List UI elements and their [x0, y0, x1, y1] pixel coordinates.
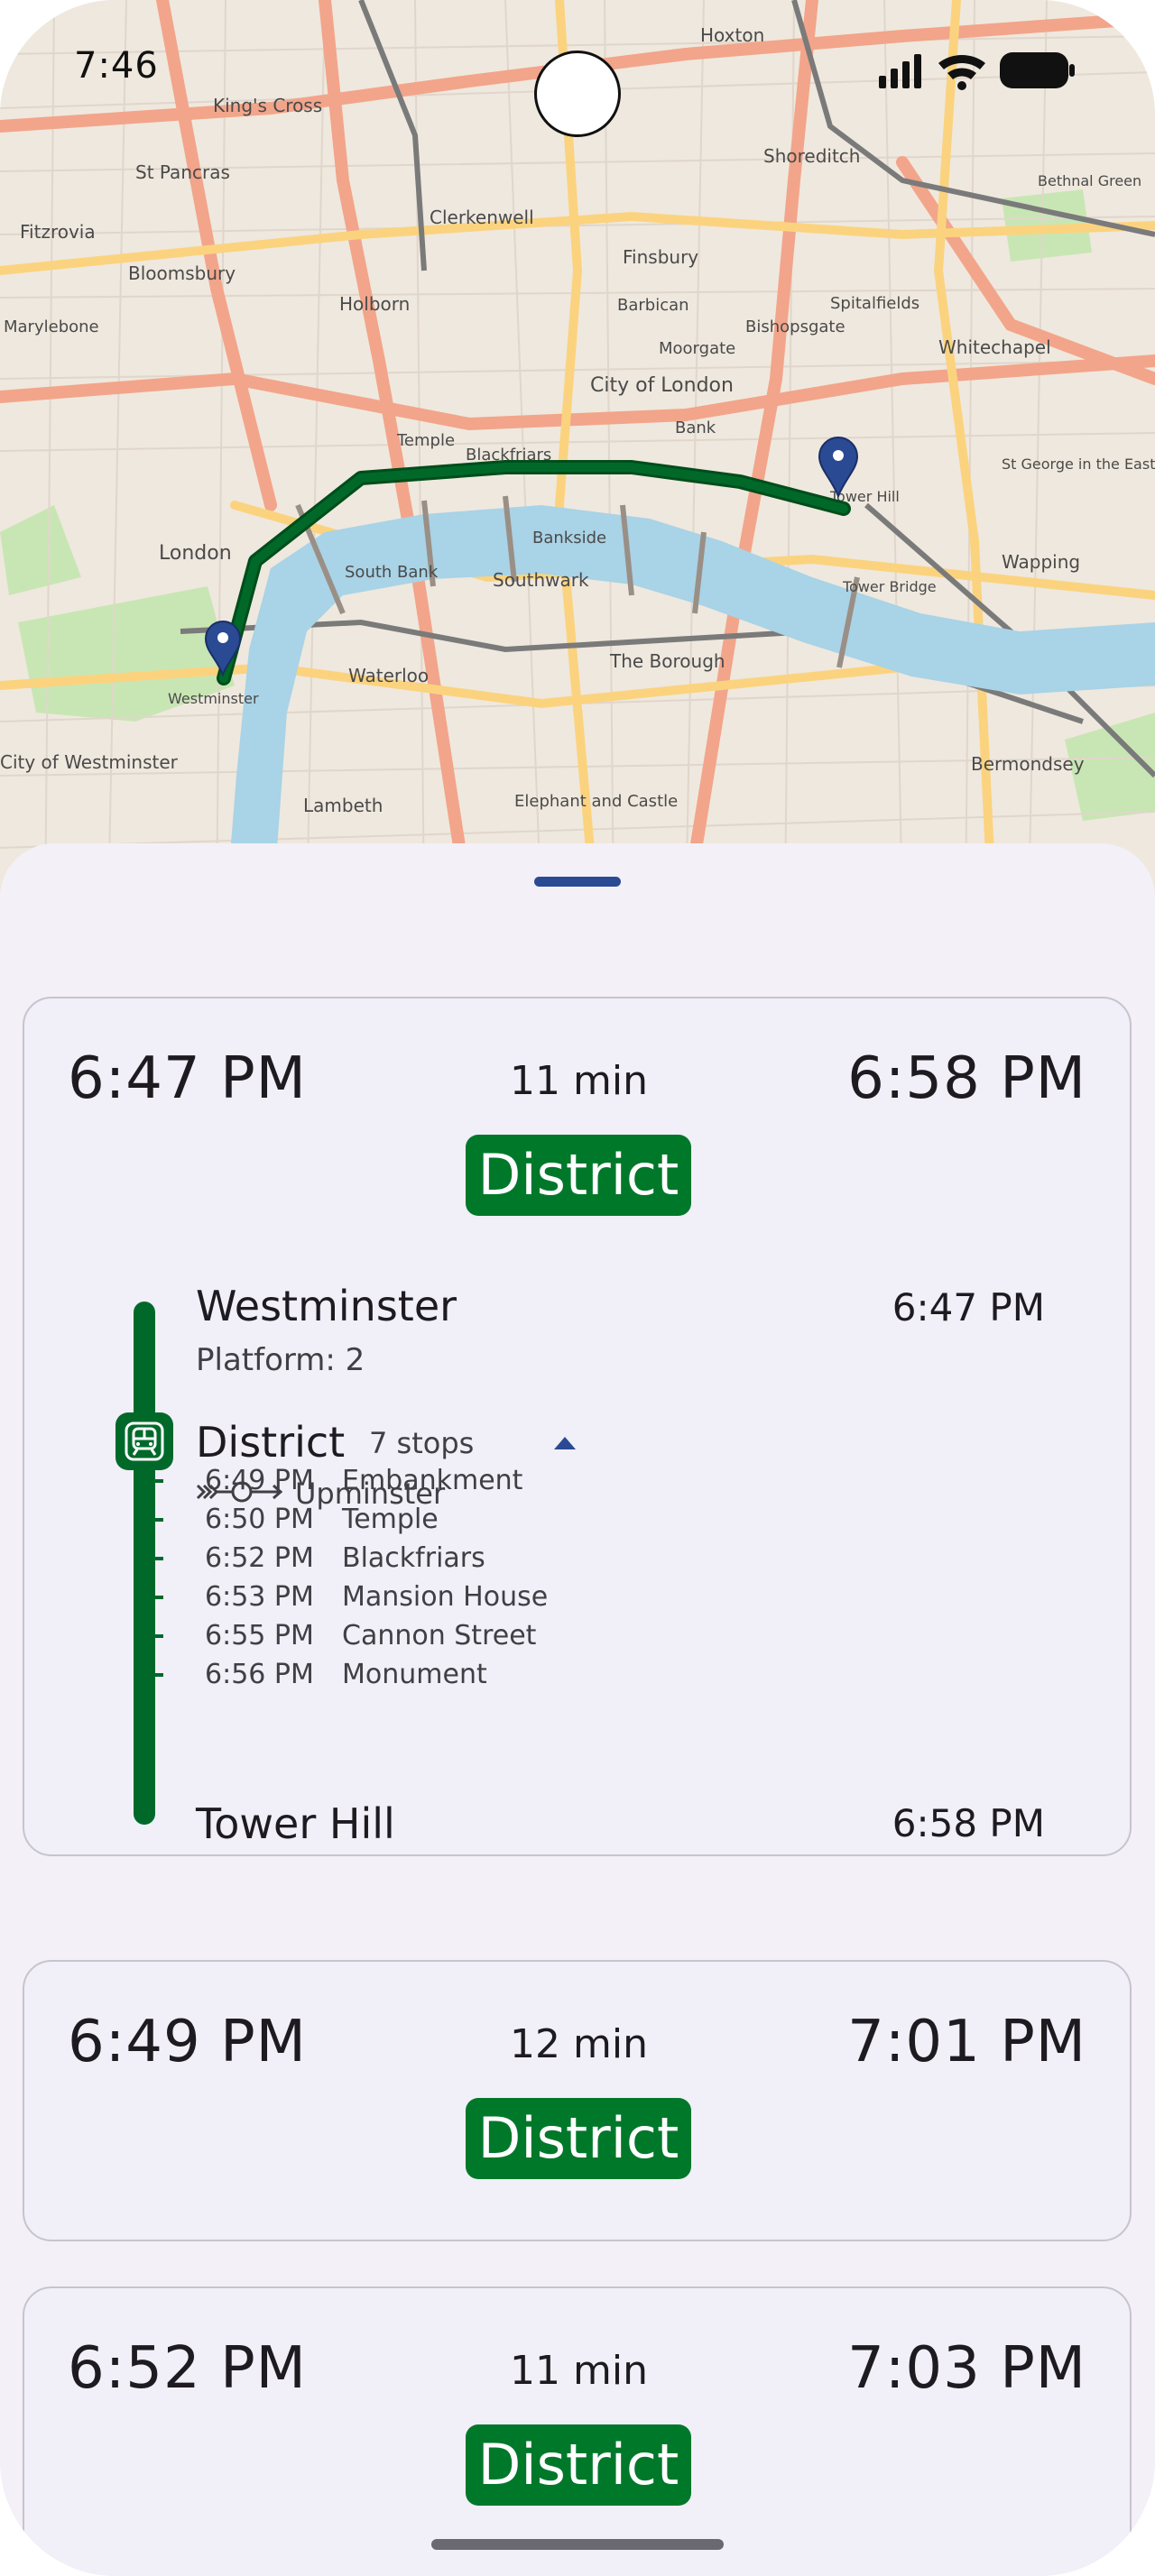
map-label-elephant-and-castle: Elephant and Castle: [514, 792, 678, 811]
map-label-bishopsgate: Bishopsgate: [745, 317, 845, 336]
stop-tick: [151, 1518, 163, 1522]
map-label-bethnal-green: Bethnal Green: [1038, 172, 1141, 189]
map-label-clerkenwell: Clerkenwell: [430, 207, 534, 228]
stop-tick: [151, 1634, 163, 1638]
line-badge: District: [466, 2098, 691, 2179]
phone-screen: King's Cross St Pancras Fitzrovia Blooms…: [0, 0, 1155, 2576]
intermediate-stop: 6:56 PM Monument: [205, 1659, 487, 1690]
intermediate-stop-time: 6:53 PM: [205, 1581, 314, 1613]
destination-stop-time: 6:58 PM: [892, 1801, 1045, 1845]
stop-tick: [151, 1673, 163, 1677]
status-time: 7:46: [74, 45, 159, 87]
map-label-tower-bridge: Tower Bridge: [842, 578, 937, 595]
map-label-waterloo: Waterloo: [348, 665, 429, 686]
intermediate-stop-time: 6:52 PM: [205, 1542, 314, 1574]
intermediate-stop-time: 6:55 PM: [205, 1620, 314, 1651]
stop-tick: [151, 1596, 163, 1599]
bottom-sheet[interactable]: 6:47 PM 11 min 6:58 PM District Westmins…: [0, 843, 1155, 2576]
map-label-shoreditch: Shoreditch: [763, 145, 860, 167]
map-label-london: London: [159, 542, 232, 565]
map-label-spitalfields: Spitalfields: [830, 294, 919, 313]
map-label-moorgate: Moorgate: [659, 339, 735, 358]
map-label-finsbury: Finsbury: [623, 246, 698, 268]
map-label-holborn: Holborn: [339, 293, 410, 315]
map-label-the-borough: The Borough: [609, 650, 725, 672]
line-badge: District: [466, 1135, 691, 1216]
intermediate-stop-name: Mansion House: [342, 1581, 549, 1613]
map-label-st-pancras: St Pancras: [135, 161, 230, 183]
line-badge: District: [466, 2424, 691, 2506]
map-label-bankside: Bankside: [532, 529, 606, 547]
intermediate-stop: 6:50 PM Temple: [205, 1504, 439, 1535]
map-label-whitechapel: Whitechapel: [938, 336, 1051, 358]
intermediate-stop-name: Blackfriars: [342, 1542, 485, 1574]
route-line-bar: [134, 1302, 155, 1825]
intermediate-stop-time: 6:49 PM: [205, 1465, 314, 1496]
stop-tick: [151, 1557, 163, 1560]
stop-tick: [151, 1479, 163, 1483]
map-label-fitzrovia: Fitzrovia: [20, 221, 96, 243]
intermediate-stop-name: Embankment: [342, 1465, 523, 1496]
map-label-westminster: Westminster: [168, 690, 259, 707]
journey-card[interactable]: 6:47 PM 11 min 6:58 PM District Westmins…: [23, 997, 1132, 1856]
journey-card[interactable]: 6:49 PM 12 min 7:01 PM District: [23, 1960, 1132, 2241]
origin-stop-time: 6:47 PM: [892, 1285, 1045, 1329]
map-label-city-of-london: City of London: [590, 374, 734, 397]
train-icon: [116, 1412, 173, 1470]
journey-card[interactable]: 6:52 PM 11 min 7:03 PM District: [23, 2286, 1132, 2576]
map-label-city-of-westminster: City of Westminster: [0, 751, 179, 773]
intermediate-stop-name: Temple: [342, 1504, 439, 1535]
collapse-stops-button[interactable]: [542, 1421, 587, 1466]
map-label-bermondsey: Bermondsey: [971, 753, 1085, 775]
signal-icon: [879, 54, 921, 88]
map-label-wapping: Wapping: [1002, 551, 1080, 573]
map-label-st-george: St George in the East: [1002, 455, 1155, 473]
intermediate-stop-name: Cannon Street: [342, 1620, 537, 1651]
arrive-time: 7:03 PM: [847, 2335, 1086, 2402]
map-label-bloomsbury: Bloomsbury: [128, 262, 236, 284]
map-label-marylebone: Marylebone: [4, 317, 99, 336]
platform-label: Platform: 2: [196, 1342, 365, 1378]
intermediate-stop: 6:55 PM Cannon Street: [205, 1620, 536, 1651]
map-label-southwark: Southwark: [493, 569, 589, 591]
destination-stop-name: Tower Hill: [196, 1799, 395, 1848]
intermediate-stop: 6:49 PM Embankment: [205, 1465, 522, 1496]
map-label-bank: Bank: [675, 419, 716, 437]
leg-stops-count: 7 stops: [369, 1426, 475, 1460]
drag-handle[interactable]: [534, 877, 621, 887]
map-label-lambeth: Lambeth: [303, 795, 383, 816]
camera-cutout: [534, 51, 621, 137]
map-label-temple: Temple: [396, 431, 455, 450]
intermediate-stop-name: Monument: [342, 1659, 487, 1690]
arrive-time: 6:58 PM: [847, 1045, 1086, 1112]
intermediate-stop: 6:53 PM Mansion House: [205, 1581, 548, 1613]
chevron-up-icon: [554, 1437, 576, 1449]
origin-stop-name: Westminster: [196, 1282, 457, 1330]
battery-icon: [1000, 52, 1075, 88]
intermediate-stop-time: 6:50 PM: [205, 1504, 314, 1535]
intermediate-stop: 6:52 PM Blackfriars: [205, 1542, 485, 1574]
status-icons: [879, 51, 1077, 90]
intermediate-stop-time: 6:56 PM: [205, 1659, 314, 1690]
leg-line-name: District: [196, 1418, 346, 1467]
status-bar: 7:46: [0, 0, 1155, 137]
home-indicator[interactable]: [431, 2539, 724, 2550]
arrive-time: 7:01 PM: [847, 2009, 1086, 2075]
map-label-south-bank: South Bank: [345, 563, 439, 582]
wifi-icon: [938, 54, 985, 90]
map-label-barbican: Barbican: [617, 296, 689, 315]
